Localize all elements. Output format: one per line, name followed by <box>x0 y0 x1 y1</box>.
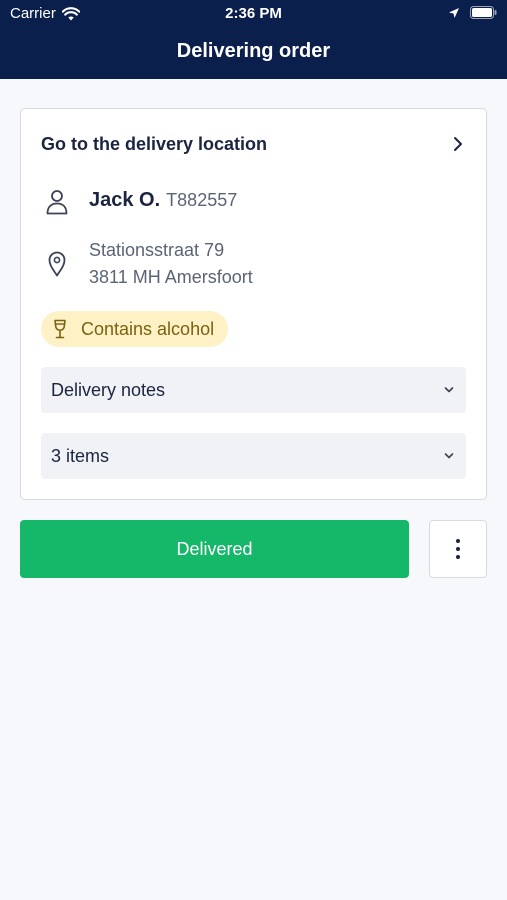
page-title: Delivering order <box>176 40 331 62</box>
battery-icon <box>470 6 497 19</box>
alcohol-badge-label: Contains alcohol <box>81 318 215 339</box>
location-arrow-icon <box>449 7 459 18</box>
status-time: 2:36 PM <box>225 5 282 22</box>
chevron-right-icon <box>454 137 462 151</box>
delivery-card: Go to the delivery location Jack O. T8825… <box>20 108 487 500</box>
card-title: Go to the delivery location <box>41 133 268 154</box>
customer-row: Jack O. T882557 <box>41 189 237 215</box>
items-count-label: 3 items <box>51 445 110 466</box>
location-pin-icon <box>48 251 66 277</box>
more-options-button[interactable] <box>429 520 487 578</box>
delivered-button[interactable]: Delivered <box>20 520 409 578</box>
address-line-2: 3811 MH Amersfoort <box>89 267 253 287</box>
wine-glass-icon <box>54 319 66 339</box>
app-header: Carrier 2:36 PM Delivering order <box>0 0 507 79</box>
person-icon <box>46 190 68 215</box>
go-to-location-row[interactable]: Go to the delivery location <box>21 109 486 179</box>
customer-name: Jack O. <box>89 189 161 211</box>
order-reference: T882557 <box>166 190 238 210</box>
chevron-down-icon <box>444 387 454 393</box>
delivery-notes-accordion[interactable]: Delivery notes <box>41 367 466 413</box>
address-line-1: Stationsstraat 79 <box>89 240 225 260</box>
chevron-down-icon <box>444 453 454 459</box>
more-vertical-icon <box>456 539 460 559</box>
status-bar: Carrier 2:36 PM <box>0 0 507 28</box>
alcohol-badge: Contains alcohol <box>41 311 229 347</box>
delivery-notes-label: Delivery notes <box>51 379 166 400</box>
address-row: Stationsstraat 79 3811 MH Amersfoort <box>41 237 253 291</box>
items-accordion[interactable]: 3 items <box>41 433 466 479</box>
